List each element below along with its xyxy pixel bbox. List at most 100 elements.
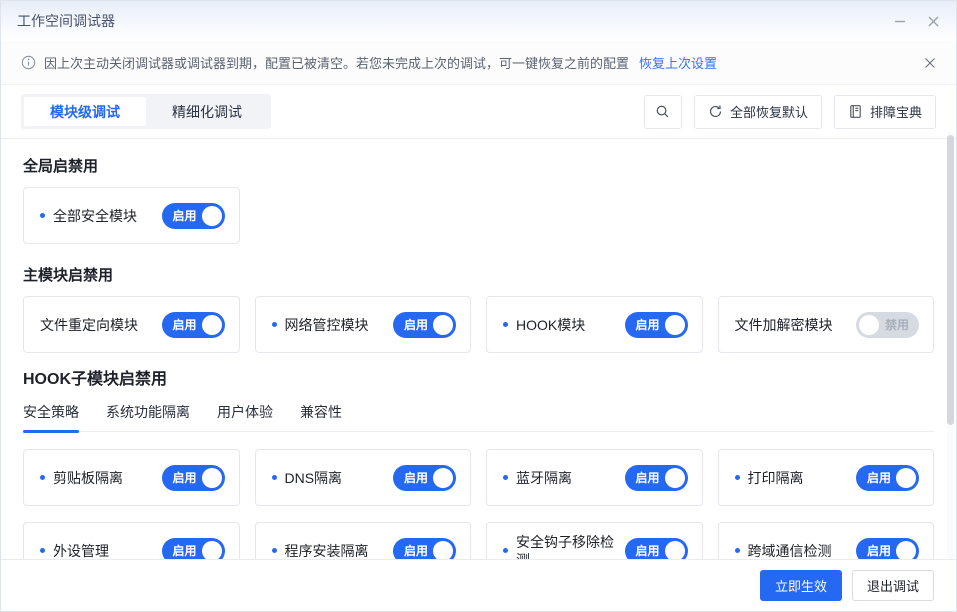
toggle-knob	[202, 468, 222, 488]
book-icon	[848, 104, 863, 119]
workspace-debugger-window: 工作空间调试器 因上次主动关闭调试器或调试器到期，配置已被清空。若您未完成上次的…	[0, 0, 957, 612]
toggle-switch[interactable]: 启用	[625, 538, 688, 560]
module-label: 文件重定向模块	[40, 316, 138, 334]
toggle-knob	[433, 541, 453, 560]
toggle-state-label: 启用	[636, 542, 660, 559]
restore-defaults-label: 全部恢复默认	[730, 102, 808, 121]
toggle-switch[interactable]: 启用	[393, 538, 456, 560]
hook-subtabs: 安全策略系统功能隔离用户体验兼容性	[23, 402, 934, 432]
tab-fine-grained-debug[interactable]: 精细化调试	[146, 97, 268, 126]
module-card: 安全钩子移除检测 启用	[486, 522, 703, 559]
module-label: 安全钩子移除检测	[503, 533, 617, 560]
hook-subtab-1[interactable]: 系统功能隔离	[106, 402, 190, 431]
module-label: 全部安全模块	[40, 207, 137, 225]
toggle-state-label: 启用	[173, 469, 197, 486]
hook-subtab-3[interactable]: 兼容性	[300, 402, 342, 431]
modified-dot-icon	[272, 322, 277, 327]
module-label: 剪贴板隔离	[40, 469, 123, 487]
modified-dot-icon	[272, 475, 277, 480]
module-label: 跨域通信检测	[735, 542, 832, 560]
section-title-hook-submodules: HOOK子模块启禁用	[23, 369, 934, 390]
toggle-knob	[665, 541, 685, 560]
hook-card-grid: 剪贴板隔离 启用 DNS隔离 启用 蓝牙隔离 启用 打印隔离	[23, 449, 934, 559]
toggle-knob	[665, 315, 685, 335]
module-label: 文件加解密模块	[735, 316, 833, 334]
global-card-grid: 全部安全模块 启用	[23, 187, 934, 244]
modified-dot-icon	[735, 475, 740, 480]
titlebar: 工作空间调试器	[1, 1, 956, 41]
scrollbar-track[interactable]	[947, 131, 954, 559]
footer-bar: 立即生效 退出调试	[1, 559, 956, 611]
toggle-switch[interactable]: 启用	[856, 465, 919, 491]
module-card: 剪贴板隔离 启用	[23, 449, 240, 506]
modified-dot-icon	[40, 213, 45, 218]
module-card: 跨域通信检测 启用	[718, 522, 935, 559]
modified-dot-icon	[735, 548, 740, 553]
toggle-switch[interactable]: 启用	[162, 538, 225, 560]
module-label: 网络管控模块	[272, 316, 369, 334]
search-icon	[655, 104, 670, 119]
modified-dot-icon	[503, 548, 508, 553]
toggle-state-label: 启用	[404, 469, 428, 486]
modified-dot-icon	[40, 548, 45, 553]
restore-defaults-button[interactable]: 全部恢复默认	[694, 95, 822, 129]
restore-last-settings-link[interactable]: 恢复上次设置	[639, 53, 717, 72]
toggle-switch[interactable]: 启用	[856, 538, 919, 560]
module-card: 文件重定向模块 启用	[23, 296, 240, 353]
toggle-knob	[202, 315, 222, 335]
hook-subtab-0[interactable]: 安全策略	[23, 402, 79, 431]
toggle-knob	[202, 206, 222, 226]
toggle-switch[interactable]: 启用	[625, 465, 688, 491]
toggle-state-label: 启用	[173, 207, 197, 224]
toggle-switch[interactable]: 禁用	[856, 312, 919, 338]
tab-module-level-debug[interactable]: 模块级调试	[24, 97, 146, 126]
toggle-knob	[896, 541, 916, 560]
close-icon[interactable]	[927, 15, 940, 28]
toggle-state-label: 禁用	[885, 316, 909, 333]
module-label: 打印隔离	[735, 469, 804, 487]
module-card: 蓝牙隔离 启用	[486, 449, 703, 506]
toggle-state-label: 启用	[173, 316, 197, 333]
scrollbar-thumb[interactable]	[947, 135, 954, 425]
hook-subtab-2[interactable]: 用户体验	[217, 402, 273, 431]
module-card: HOOK模块 启用	[486, 296, 703, 353]
toggle-state-label: 启用	[404, 542, 428, 559]
module-card: 网络管控模块 启用	[255, 296, 472, 353]
troubleshoot-button[interactable]: 排障宝典	[834, 95, 936, 129]
toggle-switch[interactable]: 启用	[393, 465, 456, 491]
toggle-switch[interactable]: 启用	[625, 312, 688, 338]
toggle-switch[interactable]: 启用	[162, 203, 225, 229]
header-row: 模块级调试精细化调试 全部恢复默认	[1, 85, 956, 139]
toggle-knob	[859, 315, 879, 335]
toggle-knob	[433, 468, 453, 488]
section-title-global: 全局启禁用	[23, 157, 934, 177]
apply-button[interactable]: 立即生效	[760, 570, 842, 601]
module-label: HOOK模块	[503, 316, 585, 334]
module-card: 程序安装隔离 启用	[255, 522, 472, 559]
toggle-knob	[433, 315, 453, 335]
info-icon	[21, 55, 36, 70]
minimize-icon[interactable]	[893, 14, 907, 28]
refresh-icon	[708, 104, 723, 119]
module-label: 外设管理	[40, 542, 109, 560]
main-module-card-grid: 文件重定向模块 启用 网络管控模块 启用 HOOK模块 启用 文件加解密模块	[23, 296, 934, 353]
view-tabs: 模块级调试精细化调试	[21, 94, 271, 129]
window-title: 工作空间调试器	[17, 11, 115, 31]
content-area: 全局启禁用 全部安全模块 启用 主模块启禁用 文件重定向模块 启用 网络管控模块…	[1, 139, 956, 559]
toggle-state-label: 启用	[404, 316, 428, 333]
search-button[interactable]	[644, 95, 682, 129]
modified-dot-icon	[503, 322, 508, 327]
module-label: 程序安装隔离	[272, 542, 369, 560]
window-controls	[893, 14, 940, 28]
module-label: 蓝牙隔离	[503, 469, 572, 487]
toggle-switch[interactable]: 启用	[162, 312, 225, 338]
module-card: 全部安全模块 启用	[23, 187, 240, 244]
notice-banner: 因上次主动关闭调试器或调试器到期，配置已被清空。若您未完成上次的调试，可一键恢复…	[1, 41, 956, 85]
module-card: 外设管理 启用	[23, 522, 240, 559]
toggle-switch[interactable]: 启用	[393, 312, 456, 338]
section-title-main-modules: 主模块启禁用	[23, 266, 934, 286]
module-card: 打印隔离 启用	[718, 449, 935, 506]
exit-debug-button[interactable]: 退出调试	[852, 570, 934, 601]
banner-close-icon[interactable]	[924, 57, 936, 69]
toggle-switch[interactable]: 启用	[162, 465, 225, 491]
